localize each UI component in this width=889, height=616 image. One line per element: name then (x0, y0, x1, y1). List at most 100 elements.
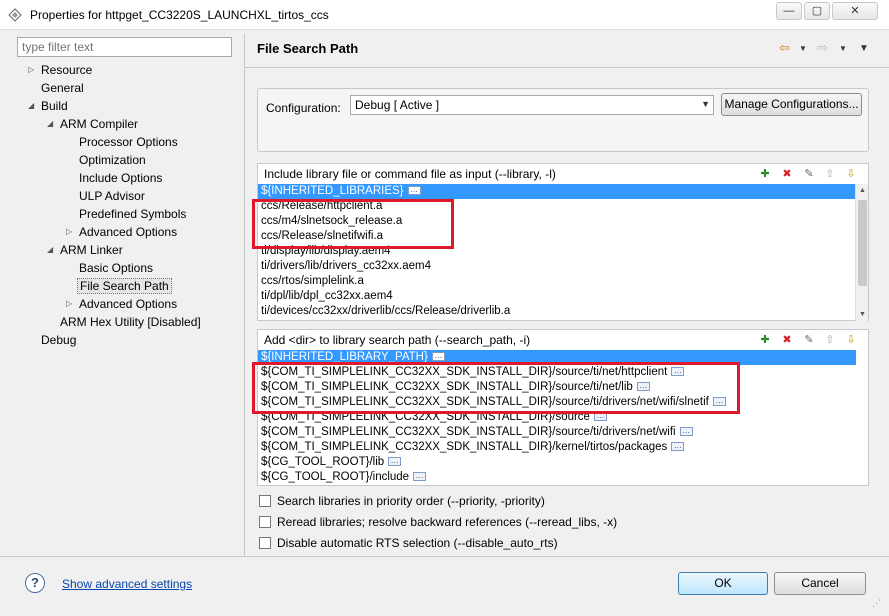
more-icon[interactable]: … (671, 367, 685, 377)
scroll-down-icon[interactable]: ▼ (856, 308, 869, 321)
tree-item-file-search-path[interactable]: File Search Path (77, 278, 172, 294)
view-menu-icon[interactable]: ▼ (859, 43, 869, 54)
filter-input[interactable] (17, 37, 232, 57)
more-icon[interactable]: … (671, 442, 685, 452)
more-icon[interactable]: … (679, 427, 693, 437)
move-up-icon[interactable]: ⇧ (823, 167, 837, 181)
tree-item-optimization[interactable]: Optimization (79, 152, 146, 168)
list-item[interactable]: ${COM_TI_SIMPLELINK_CC32XX_SDK_INSTALL_D… (258, 395, 856, 410)
minimize-button[interactable]: — (776, 2, 802, 20)
list-item-text: ${COM_TI_SIMPLELINK_CC32XX_SDK_INSTALL_D… (261, 381, 633, 393)
more-icon[interactable]: … (593, 412, 607, 422)
page-navigation: ⇦ ▼ ⇨ ▼ ▼ (779, 40, 879, 58)
list-item-text: ${COM_TI_SIMPLELINK_CC32XX_SDK_INSTALL_D… (261, 426, 676, 438)
list-item[interactable]: ccs/Release/slnetifwifi.a (258, 229, 856, 244)
list-item[interactable]: ${COM_TI_SIMPLELINK_CC32XX_SDK_INSTALL_D… (258, 380, 856, 395)
list-item[interactable]: ${CG_TOOL_ROOT}/include… (258, 470, 856, 485)
list-item-text: ${INHERITED_LIBRARIES} (261, 185, 404, 197)
add-icon[interactable]: ✚ (758, 333, 772, 347)
library-files-toolbar: ✚ ✖ ✎ ⇧ ⇩ (758, 167, 863, 183)
ok-button[interactable]: OK (678, 572, 768, 595)
collapse-icon[interactable]: ◢ (47, 246, 55, 254)
list-item-text: ${COM_TI_SIMPLELINK_CC32XX_SDK_INSTALL_D… (261, 411, 590, 423)
list-item[interactable]: ${COM_TI_SIMPLELINK_CC32XX_SDK_INSTALL_D… (258, 365, 856, 380)
properties-page: File Search Path ⇦ ▼ ⇨ ▼ ▼ Configuration… (245, 30, 889, 556)
tree-label: File Search Path (77, 278, 172, 294)
disable-rts-checkbox[interactable] (259, 537, 271, 549)
list-item[interactable]: ${COM_TI_SIMPLELINK_CC32XX_SDK_INSTALL_D… (258, 410, 856, 425)
chevron-down-icon: ▼ (701, 99, 710, 109)
list-item-text: ti/dpl/lib/dpl_cc32xx.aem4 (261, 290, 393, 302)
collapse-icon[interactable]: ◢ (28, 102, 36, 110)
forward-arrow-icon[interactable]: ⇨ (817, 40, 828, 56)
list-item[interactable]: ccs/m4/slnetsock_release.a (258, 214, 856, 229)
more-icon[interactable]: … (388, 457, 402, 467)
list-item[interactable]: ti/dpl/lib/dpl_cc32xx.aem4 (258, 289, 856, 304)
list-item[interactable]: ti/drivers/lib/drivers_cc32xx.aem4 (258, 259, 856, 274)
scroll-up-icon[interactable]: ▲ (856, 184, 869, 197)
add-icon[interactable]: ✚ (758, 167, 772, 181)
list-item-text: ${CG_TOOL_ROOT}/include (261, 471, 410, 483)
help-icon[interactable]: ? (25, 573, 45, 593)
tree-item-predefined-symbols[interactable]: Predefined Symbols (79, 206, 186, 222)
configuration-select[interactable]: Debug [ Active ] ▼ (350, 95, 714, 115)
tree-label: Build (41, 99, 68, 113)
more-icon[interactable]: … (407, 186, 421, 196)
list-item[interactable]: ccs/rtos/simplelink.a (258, 274, 856, 289)
tree-item-arm-hex-utility[interactable]: ARM Hex Utility [Disabled] (60, 314, 201, 330)
more-icon[interactable]: … (636, 382, 650, 392)
list-item[interactable]: ${COM_TI_SIMPLELINK_CC32XX_SDK_INSTALL_D… (258, 425, 856, 440)
expand-icon[interactable]: ▷ (66, 228, 74, 236)
expand-icon[interactable]: ▷ (28, 66, 36, 74)
tree-label: ARM Compiler (60, 117, 139, 131)
manage-configurations-button[interactable]: Manage Configurations... (721, 93, 862, 116)
more-icon[interactable]: … (413, 472, 427, 482)
back-dropdown-icon[interactable]: ▼ (799, 44, 807, 53)
back-arrow-icon[interactable]: ⇦ (779, 40, 790, 56)
tree-item-include-options[interactable]: Include Options (79, 170, 162, 186)
tree-item-general[interactable]: General (41, 80, 84, 96)
search-path-header: Add <dir> to library search path (--sear… (264, 333, 531, 347)
priority-checkbox[interactable] (259, 495, 271, 507)
library-files-scrollbar[interactable]: ▲ ▼ (855, 184, 868, 321)
move-up-icon[interactable]: ⇧ (823, 333, 837, 347)
cancel-button[interactable]: Cancel (774, 572, 866, 595)
forward-dropdown-icon[interactable]: ▼ (839, 44, 847, 53)
move-down-icon[interactable]: ⇩ (844, 333, 858, 347)
show-advanced-settings-link[interactable]: Show advanced settings (62, 577, 192, 591)
list-item[interactable]: ti/devices/cc32xx/driverlib/ccs/Release/… (258, 304, 856, 319)
header-divider (245, 67, 889, 68)
maximize-button[interactable]: ▢ (804, 2, 830, 20)
tree-item-ulp-advisor[interactable]: ULP Advisor (79, 188, 145, 204)
tree-label: Resource (41, 63, 93, 77)
tree-label: Advanced Options (79, 225, 178, 239)
tree-item-basic-options[interactable]: Basic Options (79, 260, 153, 276)
resize-grip-icon[interactable]: ⋰ (872, 599, 886, 614)
more-icon[interactable]: … (431, 352, 445, 362)
reread-checkbox[interactable] (259, 516, 271, 528)
list-item[interactable]: ${INHERITED_LIBRARIES}… (258, 184, 856, 199)
list-item-text: ti/display/lib/display.aem4 (261, 245, 391, 257)
collapse-icon[interactable]: ◢ (47, 120, 55, 128)
list-item[interactable]: ti/display/lib/display.aem4 (258, 244, 856, 259)
disable-rts-label: Disable automatic RTS selection (--disab… (277, 536, 558, 550)
tree-label: Basic Options (79, 261, 154, 275)
list-item[interactable]: ccs/Release/httpclient.a (258, 199, 856, 214)
list-item[interactable]: ${CG_TOOL_ROOT}/lib… (258, 455, 856, 470)
expand-icon[interactable]: ▷ (66, 300, 74, 308)
list-item[interactable]: ${COM_TI_SIMPLELINK_CC32XX_SDK_INSTALL_D… (258, 440, 856, 455)
delete-icon[interactable]: ✖ (780, 333, 794, 347)
edit-icon[interactable]: ✎ (802, 333, 816, 347)
delete-icon[interactable]: ✖ (780, 167, 794, 181)
reread-label: Reread libraries; resolve backward refer… (277, 515, 618, 529)
tree-item-processor-options[interactable]: Processor Options (79, 134, 178, 150)
list-item[interactable]: ${INHERITED_LIBRARY_PATH}… (258, 350, 856, 365)
edit-icon[interactable]: ✎ (802, 167, 816, 181)
scroll-thumb[interactable] (858, 200, 867, 286)
list-item-text: ${INHERITED_LIBRARY_PATH} (261, 351, 428, 363)
close-button[interactable]: ✕ (832, 2, 878, 20)
more-icon[interactable]: … (712, 397, 726, 407)
move-down-icon[interactable]: ⇩ (844, 167, 858, 181)
tree-item-debug[interactable]: Debug (41, 332, 76, 348)
list-item-text: ${COM_TI_SIMPLELINK_CC32XX_SDK_INSTALL_D… (261, 396, 709, 408)
